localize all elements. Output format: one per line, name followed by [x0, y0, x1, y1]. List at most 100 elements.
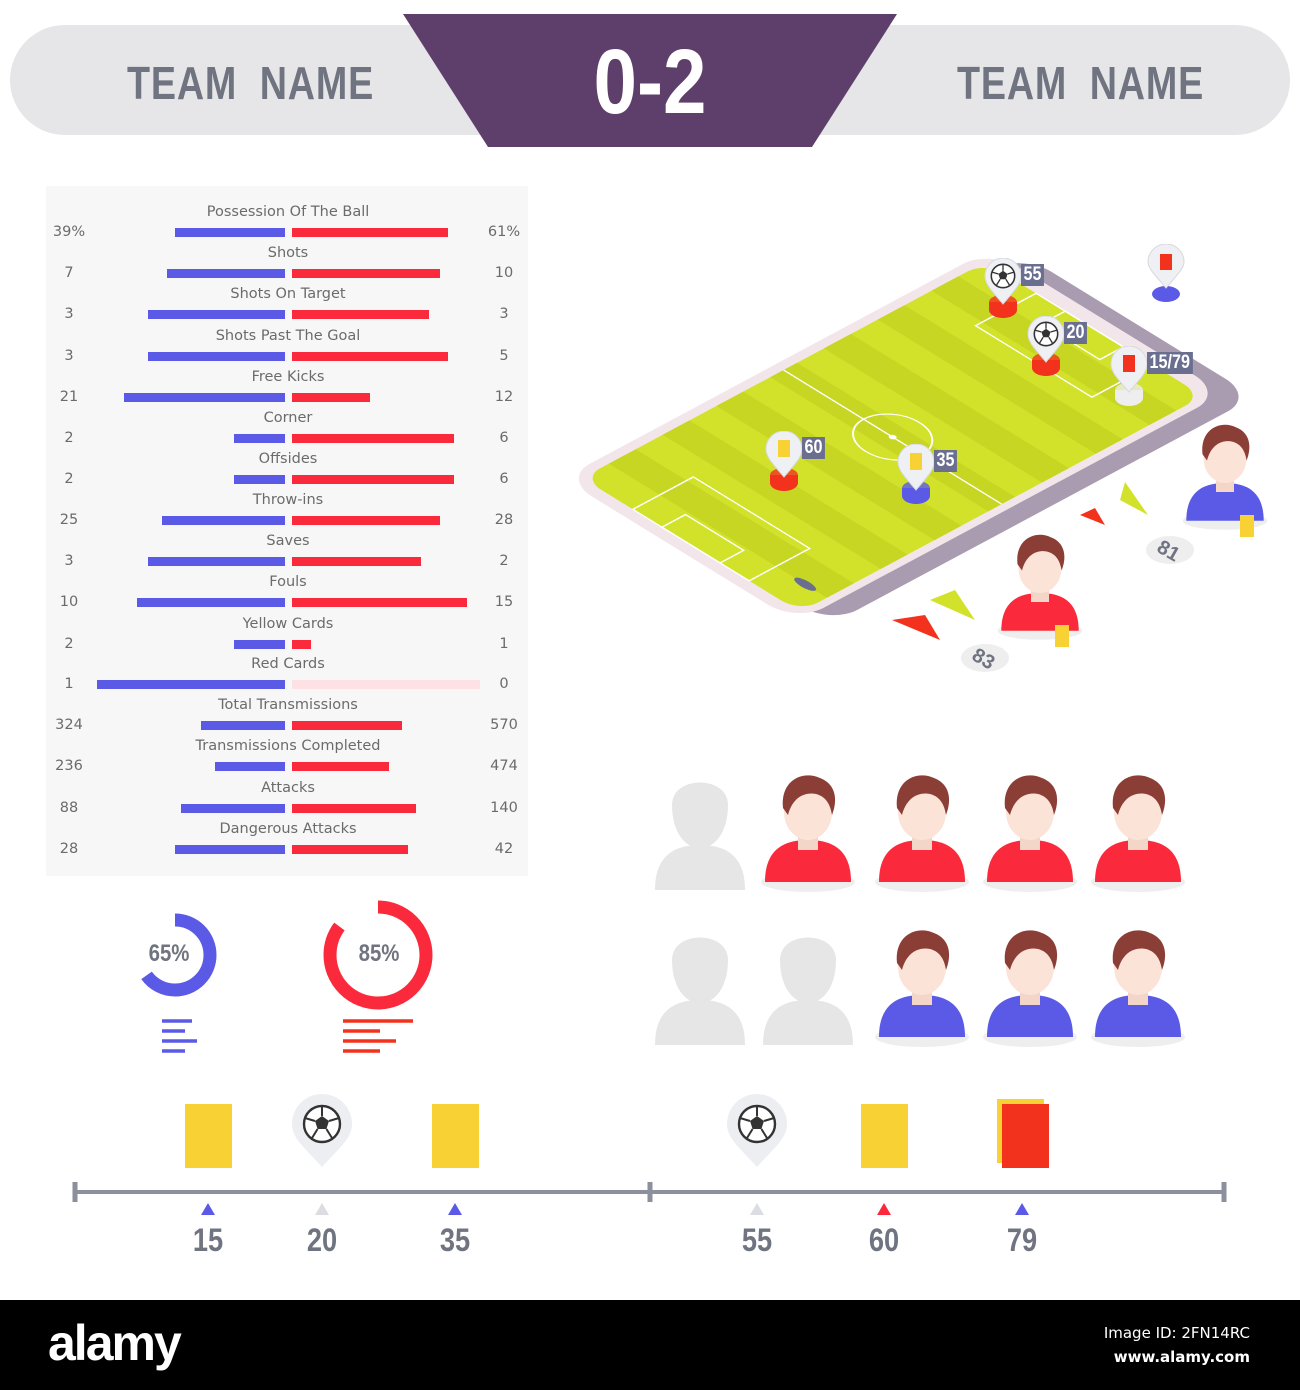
stat-row: Shots Past The Goal 3 5: [46, 328, 528, 369]
away-bar: [292, 393, 370, 402]
home-bar: [174, 228, 285, 237]
home-value: 324: [55, 717, 83, 733]
event-minute: 20: [306, 1222, 338, 1258]
empty-player-slot: [655, 782, 745, 890]
stat-row: Fouls 10 15: [46, 574, 528, 615]
stat-label: Shots Past The Goal: [215, 328, 361, 344]
stat-label: Throw-ins: [252, 492, 324, 508]
home-bar: [180, 804, 285, 813]
substitutions: 81 83: [892, 424, 1268, 674]
home-value: 10: [59, 594, 79, 610]
stat-row: Shots On Target 3 3: [46, 286, 528, 327]
offpitch-marker[interactable]: [1146, 243, 1186, 313]
alamy-url: www.alamy.com: [1113, 1348, 1250, 1366]
stat-row: Corner 2 6: [46, 410, 528, 451]
away-bar: [292, 557, 422, 566]
home-bar: [123, 393, 285, 402]
player-avatar: [875, 775, 969, 892]
away-value: 140: [490, 800, 518, 816]
away-bar: [292, 762, 389, 771]
away-bar: [292, 680, 481, 689]
stats-panel: Possession Of The Ball 39% 61% Shots 7 1…: [46, 186, 528, 876]
ball-icon: [1033, 321, 1059, 347]
away-bar: [292, 475, 454, 484]
home-bar: [233, 475, 285, 484]
home-value: 2: [64, 471, 74, 487]
player-avatar: [983, 775, 1077, 892]
player-avatar: [1091, 775, 1185, 892]
away-bar: [292, 640, 311, 649]
team-marker-icon: [877, 1203, 891, 1215]
home-bar: [167, 269, 285, 278]
home-value: 21: [59, 389, 79, 405]
away-value: 6: [499, 471, 509, 487]
player-avatar: [1182, 424, 1268, 530]
sub-out-arrow-icon: [892, 615, 940, 640]
marker-label: 60: [802, 437, 826, 459]
ball-icon: [990, 263, 1016, 289]
away-value: 0: [499, 676, 509, 692]
home-bar: [174, 845, 285, 854]
player-avatar: [875, 930, 969, 1047]
event-minute: 79: [1006, 1222, 1038, 1258]
sub-in-arrow-icon: [1120, 482, 1148, 515]
home-bar: [201, 721, 285, 730]
donut-home-label: 65%: [148, 940, 190, 967]
away-value: 570: [490, 717, 518, 733]
stat-label: Total Transmissions: [218, 697, 358, 713]
away-bar: [292, 228, 448, 237]
away-bar: [292, 310, 429, 319]
stat-label: Attacks: [261, 780, 315, 796]
stat-row: Total Transmissions 324 570: [46, 697, 528, 738]
home-value: 2: [64, 636, 74, 652]
stat-row: Possession Of The Ball 39% 61%: [46, 204, 528, 245]
home-value: 3: [64, 306, 74, 322]
home-value: 28: [59, 841, 79, 857]
away-value: 15: [494, 594, 514, 610]
stat-label: Dangerous Attacks: [219, 821, 357, 837]
home-value: 236: [55, 758, 83, 774]
home-bar: [233, 640, 285, 649]
home-bar: [233, 434, 285, 443]
home-bar: [136, 598, 285, 607]
red-card-icon: [1160, 254, 1172, 270]
stat-row: Yellow Cards 2 1: [46, 616, 528, 657]
marker-label: 15/79: [1147, 352, 1193, 374]
alamy-logo: alamy: [48, 1315, 182, 1371]
away-value: 42: [494, 841, 514, 857]
stat-label: Saves: [266, 533, 310, 549]
away-value: 12: [494, 389, 514, 405]
player-avatar: [983, 930, 1077, 1047]
away-bar: [292, 845, 408, 854]
stat-label: Yellow Cards: [242, 616, 334, 632]
stat-label: Free Kicks: [251, 369, 325, 385]
home-value: 3: [64, 553, 74, 569]
player-avatar: [997, 534, 1083, 640]
team-marker-icon: [448, 1203, 462, 1215]
red-card-icon: [1123, 355, 1135, 372]
sub-in-arrow-icon: [930, 590, 975, 620]
donut-away-label: 85%: [358, 940, 400, 967]
away-bar: [292, 598, 467, 607]
away-bar: [292, 516, 441, 525]
stat-label: Red Cards: [251, 656, 325, 672]
ball-icon: [737, 1104, 777, 1144]
yellow-card-icon: [778, 440, 790, 457]
stat-row: Free Kicks 21 12: [46, 369, 528, 410]
yellow-card-icon: [1240, 515, 1254, 537]
ball-icon: [302, 1104, 342, 1144]
away-value: 61%: [487, 224, 521, 240]
home-value: 2: [64, 430, 74, 446]
empty-player-slot: [763, 937, 853, 1045]
stat-row: Dangerous Attacks 28 42: [46, 821, 528, 862]
away-bar: [292, 804, 416, 813]
away-bar: [292, 269, 441, 278]
stat-label: Shots: [267, 245, 309, 261]
event-minute: 15: [192, 1222, 224, 1258]
away-value: 6: [499, 430, 509, 446]
away-bar: [292, 434, 454, 443]
stat-row: Red Cards 1 0: [46, 656, 528, 697]
yellow-card-icon: [861, 1104, 908, 1168]
away-value: 1: [499, 636, 509, 652]
home-value: 39%: [52, 224, 86, 240]
